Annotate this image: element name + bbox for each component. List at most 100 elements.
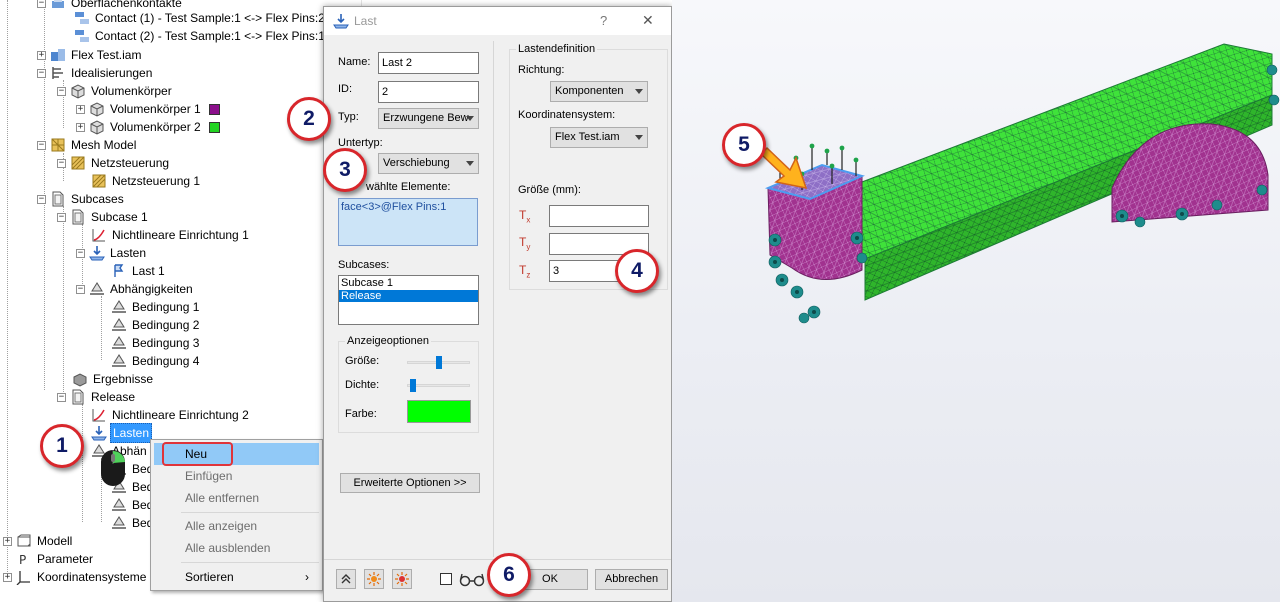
tree-item-bedingung-4[interactable]: Bedingung 4 <box>111 352 201 370</box>
expand-toggle[interactable]: + <box>76 122 85 132</box>
graphics-viewport[interactable] <box>672 0 1280 602</box>
tree-item-lasten-subcase-1[interactable]: − Lasten <box>76 244 148 262</box>
mesh-control-icon <box>91 173 107 189</box>
tree-item-bedingung-1[interactable]: Bedingung 1 <box>111 298 201 316</box>
tree-item-subcases[interactable]: − Subcases <box>37 190 126 208</box>
tree-item-last-1[interactable]: Last 1 <box>111 262 167 280</box>
load-display-all-button[interactable] <box>392 569 412 589</box>
preview-checkbox[interactable] <box>440 573 452 585</box>
tree-item-parameter[interactable]: P Parameter <box>16 550 95 568</box>
menu-item-alle-anzeigen[interactable]: Alle anzeigen <box>154 515 319 537</box>
dichte-slider-track[interactable] <box>407 384 470 387</box>
constraints-icon <box>89 281 105 297</box>
untertyp-dropdown[interactable]: Verschiebung <box>378 153 479 174</box>
dialog-title: Last <box>354 14 377 28</box>
menu-separator <box>181 512 319 513</box>
tree-item-modell[interactable]: + Modell <box>3 532 74 550</box>
tree-guide <box>101 296 102 360</box>
selected-element-item[interactable]: face<3>@Flex Pins:1 <box>339 199 477 215</box>
expand-toggle[interactable]: + <box>37 50 46 60</box>
collapse-dialog-button[interactable] <box>336 569 356 589</box>
load-display-button[interactable] <box>364 569 384 589</box>
menu-item-alle-ausblenden[interactable]: Alle ausblenden <box>154 537 319 559</box>
close-icon[interactable]: ✕ <box>642 12 654 29</box>
tree-item-contact-2[interactable]: Contact (2) - Test Sample:1 <-> Flex Pin… <box>74 27 327 45</box>
color-swatch <box>208 121 220 133</box>
tree-item-bedingung-partial[interactable]: Bed <box>111 496 155 514</box>
tree-item-netzsteuerung-1[interactable]: Netzsteuerung 1 <box>91 172 202 190</box>
subcases-list[interactable]: Subcase 1 Release <box>338 275 479 325</box>
id-field[interactable]: 2 <box>378 81 479 103</box>
tree-item-lasten-release[interactable]: Lasten <box>91 423 153 443</box>
menu-item-einfuegen[interactable]: Einfügen <box>154 465 319 487</box>
tree-item-mesh-model[interactable]: − Mesh Model <box>37 136 138 154</box>
collapse-toggle[interactable]: − <box>37 140 46 150</box>
subcase-list-item[interactable]: Subcase 1 <box>339 276 478 290</box>
tree-item-koordinatensysteme[interactable]: + Koordinatensysteme <box>3 568 148 586</box>
assembly-icon <box>50 47 66 63</box>
expand-toggle[interactable]: + <box>3 536 12 546</box>
contact-folder-icon <box>50 0 66 11</box>
tree-item-nichtlineare-einrichtung-1[interactable]: Nichtlineare Einrichtung 1 <box>91 226 251 244</box>
tx-field[interactable] <box>549 205 649 227</box>
dialog-titlebar: Last ? ✕ <box>324 7 671 35</box>
coordinate-system-icon <box>16 569 32 585</box>
dichte-slider-thumb[interactable] <box>409 379 416 392</box>
help-icon[interactable]: ? <box>600 13 607 28</box>
subcase-list-item-selected[interactable]: Release <box>339 290 478 302</box>
load-definition-title: Lastendefinition <box>516 43 598 55</box>
selected-elements-list[interactable]: face<3>@Flex Pins:1 <box>338 198 478 246</box>
richtung-dropdown[interactable]: Komponenten <box>550 81 648 102</box>
collapse-toggle[interactable]: − <box>37 194 46 204</box>
tree-item-contact-1[interactable]: Contact (1) - Test Sample:1 <-> Flex Pin… <box>74 9 327 27</box>
koordinatensystem-dropdown[interactable]: Flex Test.iam <box>550 127 648 148</box>
tree-item-netzsteuerung[interactable]: − Netzsteuerung <box>57 154 171 172</box>
groesse-slider-thumb[interactable] <box>435 356 442 369</box>
cancel-button[interactable]: Abbrechen <box>595 569 668 590</box>
tree-item-ergebnisse[interactable]: Ergebnisse <box>72 370 155 388</box>
tree-item-subcase-1[interactable]: − Subcase 1 <box>57 208 150 226</box>
collapse-toggle[interactable]: − <box>37 0 46 8</box>
load-dialog-icon <box>333 14 349 29</box>
color-swatch <box>208 103 220 115</box>
collapse-toggle[interactable]: − <box>57 392 66 402</box>
expand-toggle[interactable]: + <box>76 104 85 114</box>
collapse-toggle[interactable]: − <box>57 86 66 96</box>
tree-item-bedingung-3[interactable]: Bedingung 3 <box>111 334 201 352</box>
advanced-options-button[interactable]: Erweiterte Optionen >> <box>340 473 480 493</box>
burst-multi-icon <box>395 572 409 586</box>
selected-elements-label: wählte Elemente: <box>366 181 451 193</box>
collapse-toggle[interactable]: − <box>57 212 66 222</box>
glasses-icon <box>459 573 485 587</box>
tree-item-release[interactable]: − Release <box>57 388 137 406</box>
mouse-icon <box>101 450 125 486</box>
tree-item-flex-test-iam[interactable]: + Flex Test.iam <box>37 46 143 64</box>
collapse-toggle[interactable]: − <box>76 248 85 258</box>
tree-item-bedingung-partial[interactable]: Bed <box>111 514 155 532</box>
color-picker-button[interactable] <box>407 400 471 423</box>
tree-item-nichtlineare-einrichtung-2[interactable]: Nichtlineare Einrichtung 2 <box>91 406 251 424</box>
tree-item-volumenkoerper[interactable]: − Volumenkörper <box>57 82 174 100</box>
name-field[interactable]: Last 2 <box>378 52 479 74</box>
expand-toggle[interactable]: + <box>3 572 12 582</box>
collapse-toggle[interactable]: − <box>57 158 66 168</box>
tree-item-idealisierungen[interactable]: − Idealisierungen <box>37 64 154 82</box>
loads-icon <box>91 425 107 441</box>
tree-item-volumenkoerper-1[interactable]: + Volumenkörper 1 <box>76 100 220 118</box>
tree-item-abhaengigkeiten[interactable]: − Abhängigkeiten <box>76 280 195 298</box>
collapse-toggle[interactable]: − <box>76 284 85 294</box>
contact-icon <box>74 28 90 44</box>
typ-label: Typ: <box>338 111 359 123</box>
tree-item-volumenkoerper-2[interactable]: + Volumenkörper 2 <box>76 118 220 136</box>
tree-guide <box>7 0 8 580</box>
collapse-toggle[interactable]: − <box>37 68 46 78</box>
menu-item-sortieren[interactable]: Sortieren › <box>154 566 319 588</box>
load-dialog: Last ? ✕ Name: Last 2 ID: 2 Typ: Erzwung… <box>323 6 672 602</box>
tree-guide <box>63 206 64 398</box>
menu-item-alle-entfernen[interactable]: Alle entfernen <box>154 487 319 509</box>
typ-dropdown[interactable]: Erzwungene Bew <box>378 108 479 129</box>
burst-icon <box>367 572 381 586</box>
tree-item-bedingung-2[interactable]: Bedingung 2 <box>111 316 201 334</box>
nonlinear-setup-icon <box>91 227 107 243</box>
results-icon <box>72 371 88 387</box>
